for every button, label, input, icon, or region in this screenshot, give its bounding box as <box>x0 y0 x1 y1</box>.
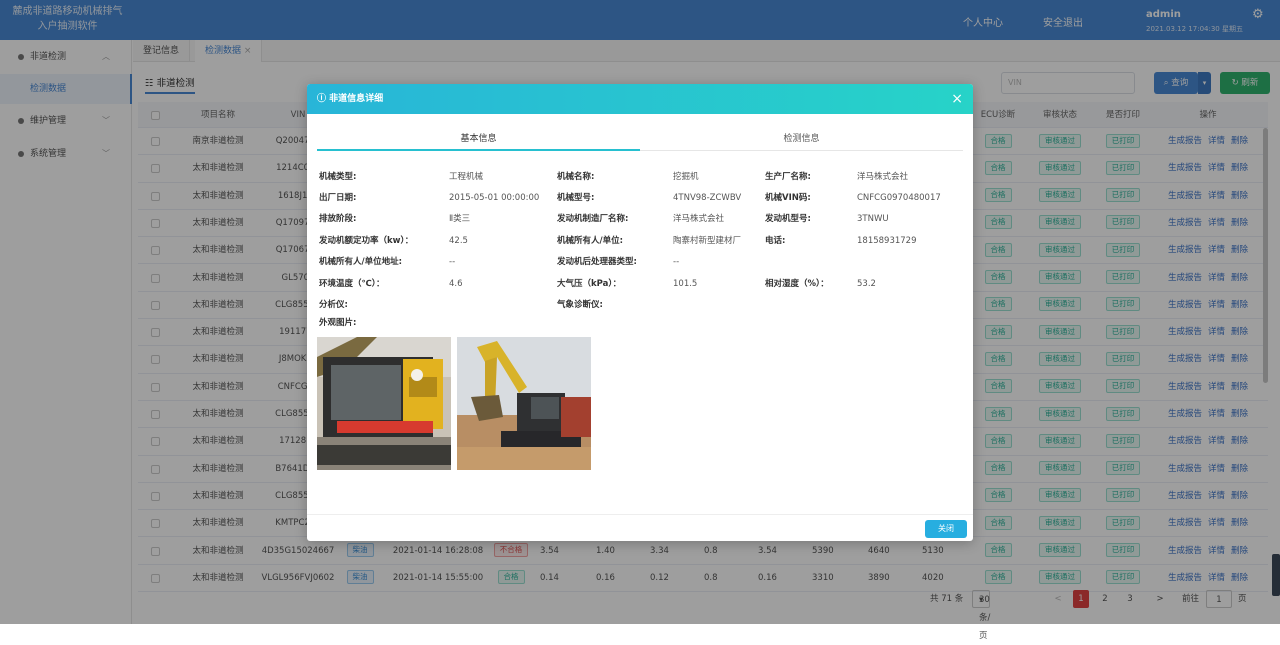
field-label: 发动机后处理器类型: <box>557 257 637 267</box>
field-value: 42.5 <box>449 236 468 246</box>
field-label: 机械名称: <box>557 172 595 182</box>
field-value: 101.5 <box>673 279 698 289</box>
field-value: 4.6 <box>449 279 463 289</box>
field-value: 挖掘机 <box>673 172 699 182</box>
field-value: 3TNWU <box>857 214 889 224</box>
field-label: 机械所有人/单位地址: <box>319 257 403 267</box>
field-label: 排放阶段: <box>319 214 357 224</box>
field-value: 4TNV98-ZCWBV <box>673 193 742 203</box>
field-label: 外观图片: <box>319 318 357 328</box>
tab-detection-info[interactable]: 检测信息 <box>640 129 963 151</box>
field-label: 环境温度（℃）： <box>319 279 385 289</box>
field-value: -- <box>449 257 456 267</box>
field-label: 机械VIN码: <box>765 193 811 203</box>
field-label: 生产厂名称: <box>765 172 811 182</box>
field-value: 洋马株式会社 <box>673 214 725 224</box>
field-label: 分析仪: <box>319 300 348 310</box>
field-value: 2015-05-01 00:00:00 <box>449 193 540 203</box>
modal-title: ⓘ 非道信息详细 <box>317 94 384 104</box>
machine-photo-1[interactable] <box>317 337 451 470</box>
modal-tabs: 基本信息 检测信息 <box>317 129 963 151</box>
field-label: 发动机额定功率（kw）： <box>319 236 414 246</box>
field-label: 气象诊断仪: <box>557 300 603 310</box>
field-value: CNFCG0970480017 <box>857 193 941 203</box>
modal-footer: 关闭 <box>307 514 973 541</box>
field-label: 机械型号: <box>557 193 595 203</box>
field-value: 18158931729 <box>857 236 917 246</box>
info-icon: ⓘ <box>317 94 327 104</box>
field-value: 53.2 <box>857 279 876 289</box>
field-label: 发动机型号: <box>765 214 811 224</box>
field-label: 机械类型: <box>319 172 357 182</box>
field-value: -- <box>673 257 680 267</box>
detail-modal: ⓘ 非道信息详细 × 基本信息 检测信息 机械类型: 工程机械 机械名称: 挖掘机 生产… <box>307 84 973 541</box>
field-label: 电话: <box>765 236 786 246</box>
field-label: 相对湿度（%）： <box>765 279 829 289</box>
field-label: 发动机制造厂名称: <box>557 214 629 224</box>
modal-close-icon[interactable]: × <box>951 90 963 108</box>
field-label: 机械所有人/单位: <box>557 236 624 246</box>
field-label: 出厂日期: <box>319 193 357 203</box>
excavator-photo-2 <box>457 337 591 470</box>
excavator-photo-1 <box>317 337 451 470</box>
field-label: 大气压（kPa）： <box>557 279 622 289</box>
tab-basic-info[interactable]: 基本信息 <box>317 129 640 151</box>
machine-photo-2[interactable] <box>457 337 591 470</box>
modal-header: ⓘ 非道信息详细 × <box>307 84 973 114</box>
field-value: Ⅱ类三 <box>449 214 471 224</box>
field-value: 陶寨村新型建材厂 <box>673 236 742 246</box>
field-value: 洋马株式会社 <box>857 172 909 182</box>
field-value: 工程机械 <box>449 172 484 182</box>
close-button[interactable]: 关闭 <box>925 520 967 538</box>
